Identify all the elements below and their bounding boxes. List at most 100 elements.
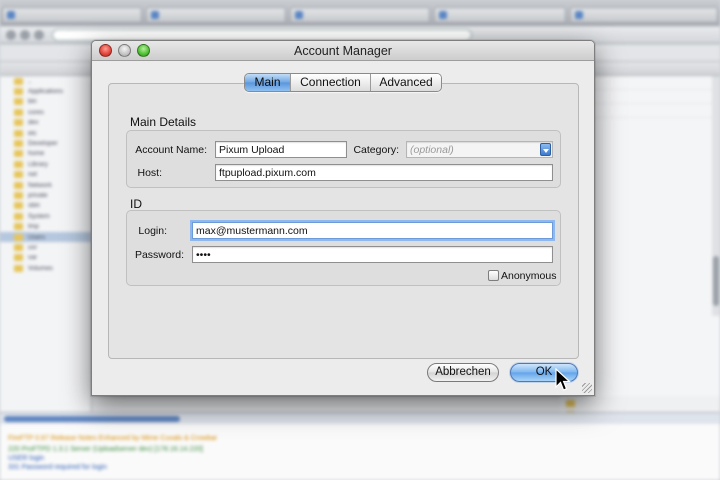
folder-row: .. xyxy=(0,76,91,86)
folder-row: etc xyxy=(0,128,91,138)
folder-label: private xyxy=(28,191,48,199)
folder-label: tmp xyxy=(28,223,39,231)
folder-row: var xyxy=(0,253,91,263)
folder-label: Applications xyxy=(28,88,64,96)
browser-tab-bar xyxy=(0,0,720,26)
folder-icon xyxy=(566,400,575,407)
chevron-down-icon[interactable] xyxy=(540,143,551,156)
folder-label: Volumes xyxy=(28,264,53,272)
host-label: Host: xyxy=(137,167,162,179)
folder-row: home xyxy=(0,149,91,159)
folder-row: bin xyxy=(0,97,91,107)
remote-row xyxy=(594,104,720,118)
folder-row: Volumes xyxy=(0,263,91,273)
tab-connection[interactable]: Connection xyxy=(291,74,371,91)
id-heading: ID xyxy=(130,197,142,211)
folder-label: Network xyxy=(28,181,52,189)
folder-label: bin xyxy=(28,98,37,106)
folder-row: System xyxy=(0,211,91,221)
connection-log: FireFTP 0.97 Release Notes Enhanced by M… xyxy=(0,424,720,480)
folder-row: tmp xyxy=(0,221,91,231)
login-field[interactable]: max@mustermann.com xyxy=(192,222,553,239)
main-details-group: Account Name: Pixum Upload Category: (op… xyxy=(126,130,561,188)
folder-icon xyxy=(14,171,23,179)
folder-icon xyxy=(14,223,23,231)
folder-icon xyxy=(14,264,23,272)
dialog-title: Account Manager xyxy=(294,44,392,58)
folder-icon xyxy=(14,98,23,106)
anonymous-label: Anonymous xyxy=(501,270,557,282)
folder-icon xyxy=(14,88,23,96)
local-tree-header xyxy=(0,62,91,76)
browser-tab xyxy=(290,7,430,23)
folder-label: cores xyxy=(28,108,44,116)
folder-icon xyxy=(14,181,23,189)
reload-icon xyxy=(34,30,44,40)
account-name-label: Account Name: xyxy=(135,144,207,156)
folder-icon xyxy=(14,140,23,148)
folder-icon xyxy=(14,119,23,127)
browser-tab xyxy=(2,7,142,23)
folder-row: cores xyxy=(0,107,91,117)
cancel-button[interactable]: Abbrechen xyxy=(427,363,499,382)
folder-icon xyxy=(14,212,23,220)
remote-row xyxy=(594,90,720,104)
tab-advanced[interactable]: Advanced xyxy=(371,74,441,91)
folder-label: etc xyxy=(28,129,37,137)
anonymous-checkbox[interactable] xyxy=(488,270,499,281)
browser-tab xyxy=(570,7,718,23)
login-label: Login: xyxy=(138,225,167,237)
folder-icon xyxy=(14,108,23,116)
category-placeholder: (optional) xyxy=(410,144,454,156)
folder-row: Developer xyxy=(0,138,91,148)
browser-tab xyxy=(434,7,566,23)
resize-grip-icon[interactable] xyxy=(582,383,592,393)
dialog-titlebar: Account Manager xyxy=(92,41,594,61)
folder-row: sbin xyxy=(0,201,91,211)
folder-label: Users xyxy=(28,233,45,241)
remote-scrollbar xyxy=(712,76,720,316)
folder-row: dev xyxy=(0,118,91,128)
folder-label: .. xyxy=(28,77,32,85)
folder-label: Developer xyxy=(28,140,58,148)
folder-row: Library xyxy=(0,159,91,169)
folder-label: sbin xyxy=(28,202,40,210)
log-line: FireFTP 0.97 Release Notes Enhanced by M… xyxy=(8,435,218,442)
remote-row xyxy=(594,76,720,90)
log-line: 331 Password required for login xyxy=(8,464,107,471)
folder-icon xyxy=(14,233,23,241)
account-manager-dialog: Account Manager Main Connection Advanced… xyxy=(91,40,595,396)
password-field[interactable]: •••• xyxy=(192,246,553,263)
folder-icon xyxy=(14,243,23,251)
folder-list: .. Applications bin cores dev etc Developer hom… xyxy=(0,76,91,273)
folder-label: System xyxy=(28,212,50,220)
local-folder-tree: .. Applications bin cores dev etc Developer hom… xyxy=(0,62,92,412)
browser-tab xyxy=(146,7,286,23)
main-details-heading: Main Details xyxy=(130,115,197,129)
folder-label: dev xyxy=(28,119,39,127)
folder-label: usr xyxy=(28,243,38,251)
folder-row: Applications xyxy=(0,86,91,96)
folder-icon xyxy=(14,160,23,168)
folder-row: private xyxy=(0,190,91,200)
tab-main[interactable]: Main xyxy=(245,74,291,91)
folder-label: var xyxy=(28,254,38,262)
password-label: Password: xyxy=(134,249,184,261)
host-field[interactable]: ftpupload.pixum.com xyxy=(215,164,553,181)
tab-panel-main: Main Details Account Name: Pixum Upload … xyxy=(108,83,579,359)
folder-row: Network xyxy=(0,180,91,190)
category-select[interactable]: (optional) xyxy=(406,141,553,158)
folder-row: usr xyxy=(0,242,91,252)
folder-icon xyxy=(14,191,23,199)
id-group: Login: max@mustermann.com Password: ••••… xyxy=(126,210,561,286)
folder-row: net xyxy=(0,170,91,180)
progress-bar xyxy=(0,412,720,424)
category-label: Category: xyxy=(353,144,399,156)
folder-label: net xyxy=(28,171,38,179)
folder-row: Users xyxy=(0,231,91,243)
account-name-field[interactable]: Pixum Upload xyxy=(215,141,347,158)
folder-label: Library xyxy=(28,160,48,168)
back-icon xyxy=(6,30,16,40)
remote-pane xyxy=(594,62,720,412)
folder-label: home xyxy=(28,150,45,158)
